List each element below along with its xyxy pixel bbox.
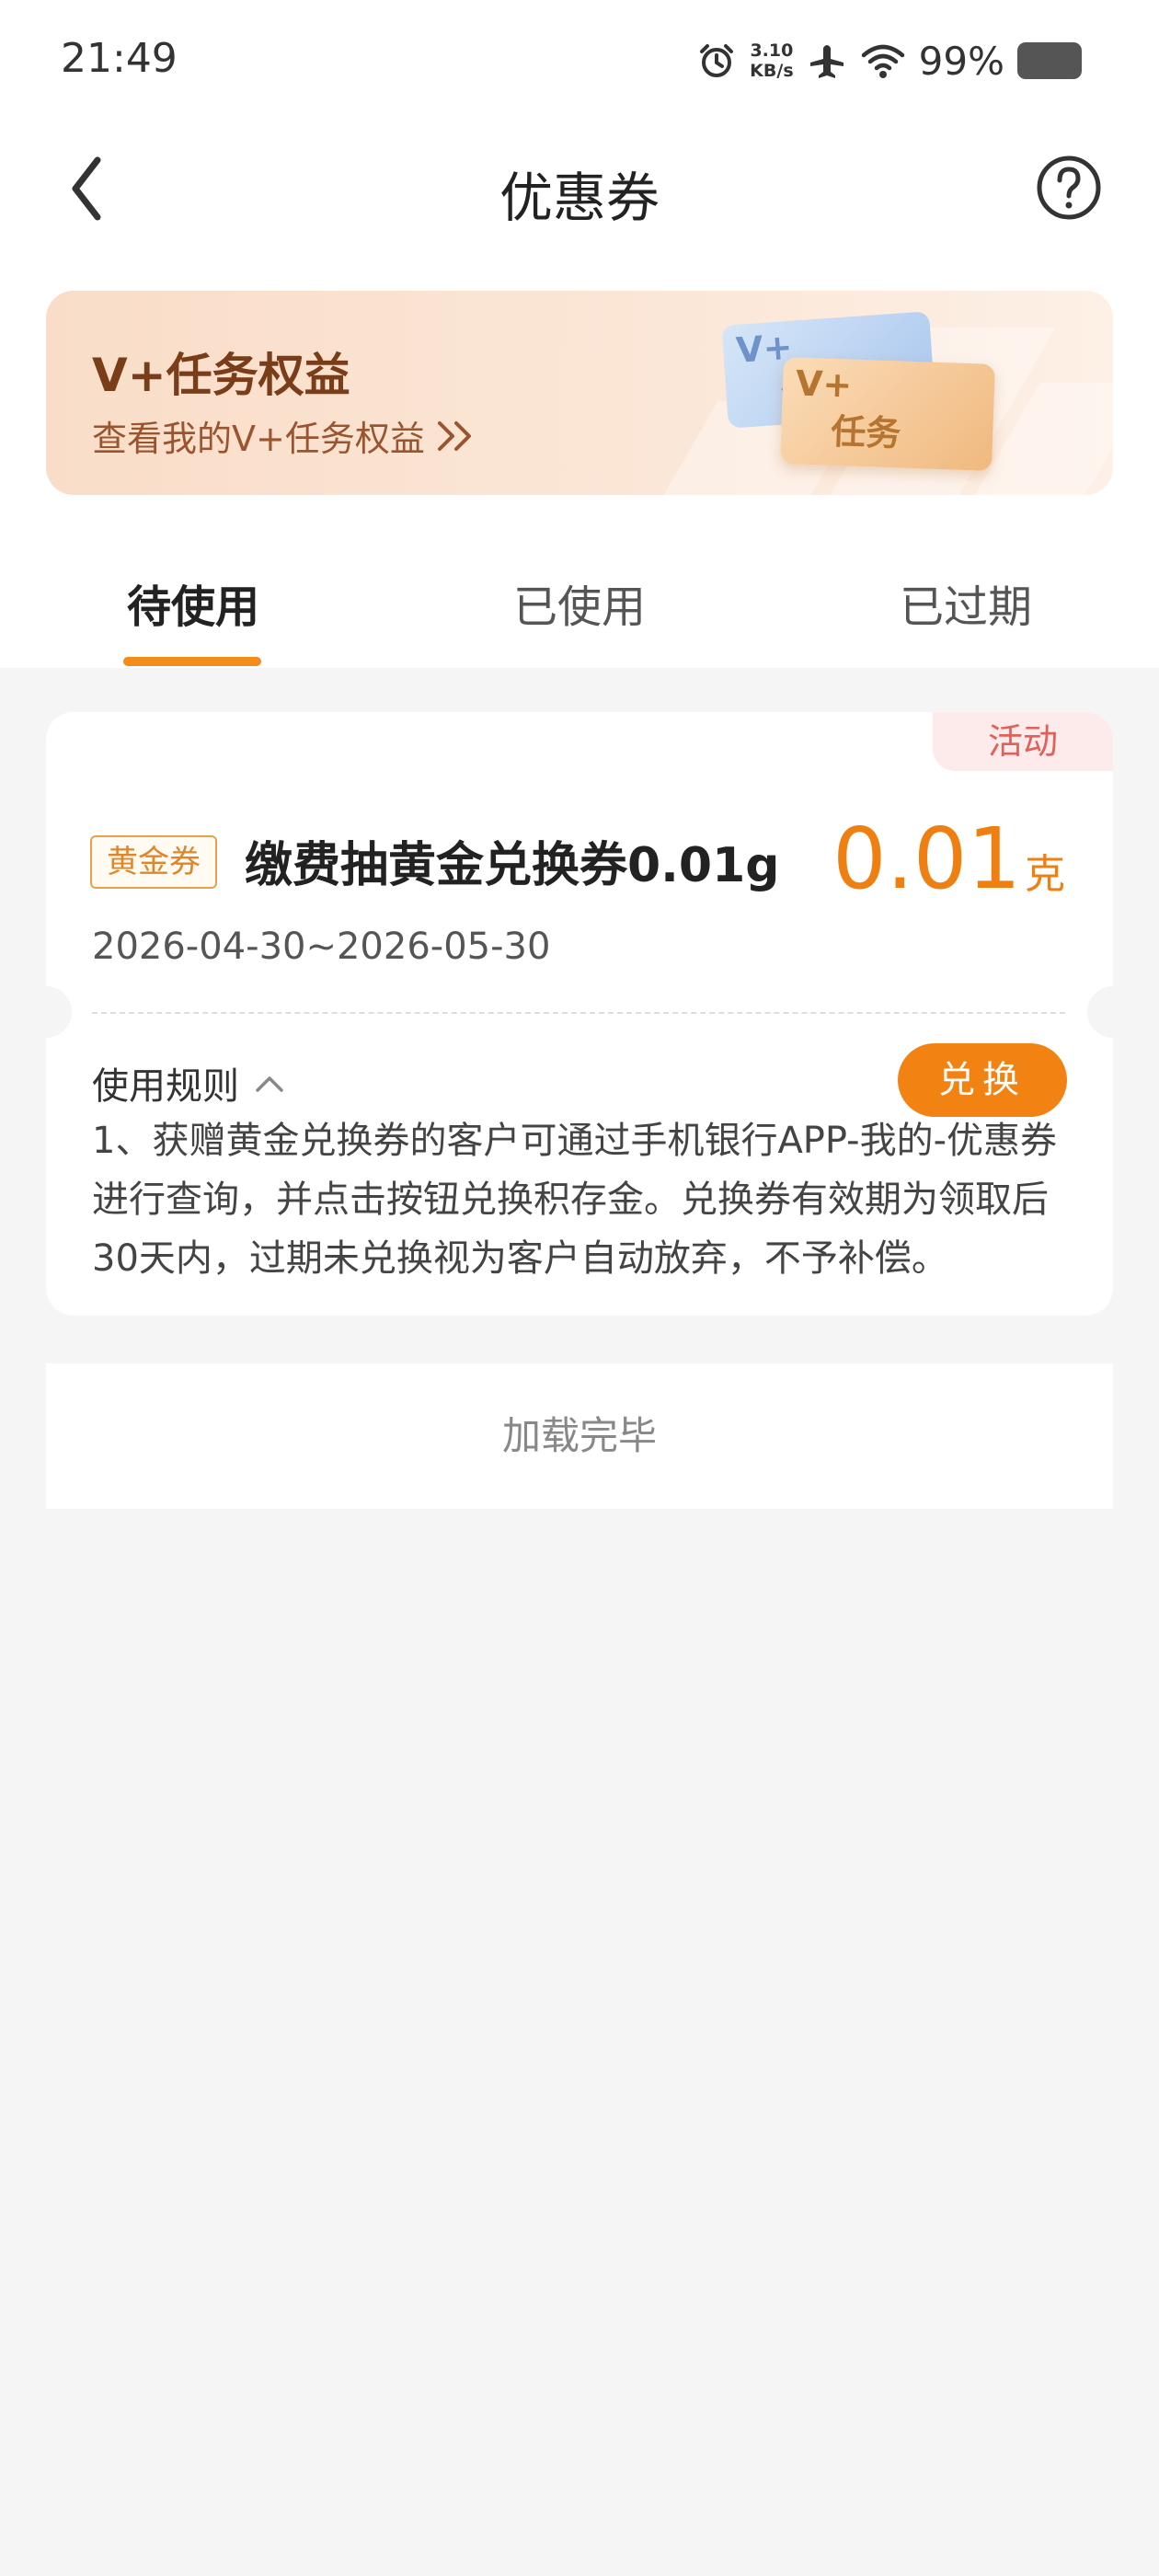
rules-toggle[interactable]: 使用规则 <box>92 1056 285 1110</box>
activity-tag: 活动 <box>933 712 1113 771</box>
banner-link[interactable]: 查看我的V+任务权益 <box>92 410 478 461</box>
tab-unused[interactable]: 待使用 <box>127 570 259 635</box>
banner-card-front-text: V+ <box>795 362 854 406</box>
alarm-icon <box>700 44 734 77</box>
banner-subtitle: 查看我的V+任务权益 <box>92 419 425 459</box>
coupon-amount: 0.01 克 <box>832 810 1065 908</box>
tab-active-indicator <box>123 657 261 666</box>
loaded-indicator: 加载完毕 <box>46 1363 1113 1509</box>
chevron-up-icon <box>256 1076 283 1092</box>
top-section: 21:49 3.10 KB/s 99% 优惠券 V+任务权益 查看我的V+任务权… <box>0 0 1159 668</box>
question-circle-icon <box>1037 155 1101 220</box>
tab-expired[interactable]: 已过期 <box>900 570 1032 635</box>
net-speed-value: 3.10 <box>750 40 794 61</box>
banner-title: V+任务权益 <box>92 349 350 402</box>
coupon-notch-right <box>1087 986 1139 1038</box>
coupon-amount-unit: 克 <box>1025 851 1065 898</box>
coupon-validity: 2026-04-30~2026-05-30 <box>92 926 551 968</box>
coupon-amount-value: 0.01 <box>832 810 1021 908</box>
wifi-icon <box>861 44 904 78</box>
coupon-card: 活动 黄金券 缴费抽黄金兑换券0.01g 0.01 克 2026-04-30~2… <box>20 712 1139 1316</box>
battery-percent: 99% <box>918 38 1004 84</box>
rules-text: 1、获赠黄金兑换券的客户可通过手机银行APP-我的-优惠券进行查询，并点击按钮兑… <box>92 1120 1058 1280</box>
banner-card-front-text-2: 任务 <box>830 410 902 454</box>
banner-card-front: V+ 任务 <box>780 357 995 471</box>
help-button[interactable] <box>1034 153 1104 223</box>
coupon-divider <box>92 1012 1065 1014</box>
battery-icon <box>1017 42 1082 79</box>
vplus-banner[interactable]: V+任务权益 查看我的V+任务权益 V+ 任 V+ 任务 <box>46 291 1113 495</box>
net-speed: 3.10 KB/s <box>750 40 793 81</box>
rules-label: 使用规则 <box>92 1065 239 1108</box>
tab-used[interactable]: 已使用 <box>513 570 646 635</box>
coupon-name: 缴费抽黄金兑换券0.01g <box>245 838 780 893</box>
status-icons: 3.10 KB/s 99% <box>696 33 1082 88</box>
airplane-icon <box>809 45 843 78</box>
status-time: 21:49 <box>61 35 178 82</box>
coupon-notch-left <box>20 986 72 1038</box>
net-speed-unit: KB/s <box>750 61 794 81</box>
coupon-type-badge: 黄金券 <box>90 835 217 889</box>
redeem-button[interactable]: 兑换 <box>898 1043 1067 1117</box>
double-chevron-right-icon <box>437 420 471 451</box>
page-title: 优惠券 <box>499 167 660 229</box>
